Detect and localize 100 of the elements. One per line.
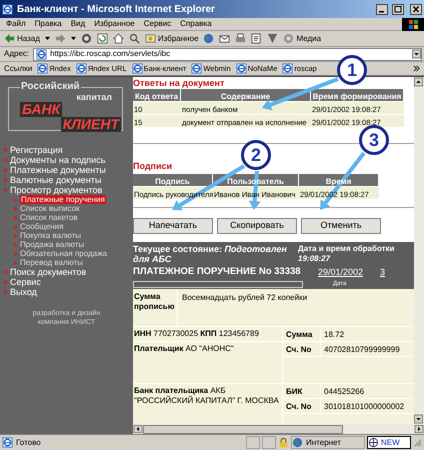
stop-icon[interactable] [80, 33, 92, 44]
menu-item[interactable]: Вид [70, 18, 86, 30]
bullet-icon [14, 252, 18, 256]
print-icon[interactable] [235, 33, 246, 44]
action-button[interactable]: Напечатать [133, 218, 213, 234]
processed-label: Дата и время обработки [298, 244, 394, 254]
document-icon[interactable] [251, 33, 262, 44]
window-title: Банк-клиент - Microsoft Internet Explorer [17, 2, 216, 16]
browser-icon [2, 4, 13, 14]
favorites-button[interactable]: Избранное [144, 32, 198, 44]
field-label: Сумма [283, 327, 321, 341]
nav-subitem[interactable]: Перевод валюты [20, 258, 83, 267]
field-value: Плательщик АО "АНОНС" [133, 342, 283, 383]
page-icon [236, 63, 247, 74]
page-icon [2, 437, 13, 448]
column-3-link[interactable]: 3 [380, 266, 386, 278]
bullet-icon [4, 280, 8, 284]
nav-subitem[interactable]: Сообщения [20, 222, 64, 231]
status-pane [262, 436, 276, 449]
bullet-icon [14, 234, 18, 238]
windows-logo-icon [408, 18, 418, 30]
date-link[interactable]: 29/01/2002 [318, 266, 380, 278]
bullet-icon [14, 206, 18, 210]
mail-icon[interactable] [219, 33, 230, 44]
caret-icon[interactable] [70, 36, 76, 41]
home-icon[interactable] [112, 33, 124, 44]
bullet-icon [4, 178, 8, 182]
globe-icon[interactable] [203, 33, 214, 44]
page-icon [36, 48, 48, 60]
address-field[interactable]: https://ibc.roscap.com/servlets/ibc [33, 48, 422, 60]
action-button[interactable]: Скопировать [217, 218, 297, 234]
bullet-icon [14, 216, 18, 220]
bullet-icon [4, 270, 8, 274]
minimize-icon[interactable] [376, 4, 388, 14]
page-icon [76, 63, 87, 74]
media-button[interactable]: Медиа [283, 32, 322, 44]
page-icon [37, 63, 48, 74]
status-pane [246, 436, 260, 449]
status-text: Готово [16, 436, 41, 448]
nav-item[interactable]: Регистрация [10, 145, 63, 155]
resize-grip-icon[interactable] [413, 438, 422, 447]
field-value: 40702810799999999 [323, 344, 400, 356]
zone-text: Интернет [306, 436, 341, 448]
page-icon [191, 63, 202, 74]
nav-subitem[interactable]: Список выписок [20, 204, 80, 213]
action-button[interactable]: Отменить [301, 218, 381, 234]
funnel-icon[interactable] [267, 33, 278, 44]
close-icon[interactable] [410, 4, 422, 14]
input-field[interactable] [133, 280, 303, 288]
nav-item[interactable]: Валютные документы [10, 175, 102, 185]
scroll-right-icon[interactable] [414, 424, 424, 434]
scroll-left-icon[interactable] [133, 424, 143, 434]
menu-item[interactable]: Сервис [144, 18, 172, 30]
nav-item[interactable]: Выход [10, 287, 37, 297]
nav-subitem[interactable]: Продажа валюты [20, 240, 84, 249]
column-header: Подпись [155, 177, 190, 186]
chevron-icon[interactable] [413, 65, 420, 72]
menu-item[interactable]: Справка [180, 18, 212, 30]
section-title: Подписи [133, 160, 174, 172]
nav-item[interactable]: Поиск документов [10, 267, 86, 277]
maximize-icon[interactable] [392, 4, 404, 14]
bullet-icon [4, 188, 8, 192]
search-icon[interactable] [128, 33, 140, 44]
bullet-icon [4, 168, 8, 172]
field-label: Сумма прописью [133, 289, 178, 326]
menu-item[interactable]: Избранное [94, 18, 135, 30]
nav-item[interactable]: Документы на подпись [10, 155, 106, 165]
horizontal-scrollbar[interactable] [133, 424, 424, 434]
nav-subitem[interactable]: Покупка валюты [20, 231, 81, 240]
nav-item[interactable]: Просмотр документов [10, 185, 102, 195]
processed-time: 19:08:27 [298, 254, 332, 264]
nav-subitem[interactable]: Обязательная продажа [20, 249, 107, 258]
disc-icon [283, 33, 294, 44]
nav-item[interactable]: Сервис [10, 277, 41, 287]
scroll-down-icon[interactable] [414, 414, 423, 424]
nav-subitem[interactable]: Список пакетов [20, 213, 78, 222]
page-icon [282, 63, 294, 74]
caret-icon[interactable] [44, 36, 50, 41]
scroll-up-icon[interactable] [414, 77, 423, 87]
menu-item[interactable]: Файл [6, 18, 26, 30]
badge-text: NEW [381, 436, 400, 448]
field-label: Сч. No [283, 399, 321, 413]
globe-icon [292, 437, 303, 448]
column-header: Код ответа [134, 92, 178, 101]
field-value: 18.72 [323, 329, 344, 341]
scroll-thumb[interactable] [143, 424, 343, 434]
field-value: Восемнадцать рублей 72 копейки [181, 292, 308, 304]
menu-item[interactable]: Правка [34, 18, 62, 30]
field-value: 044525266 [323, 386, 364, 398]
bullet-icon [14, 198, 18, 202]
nav-item[interactable]: Платежные документы [10, 165, 106, 175]
vertical-scrollbar[interactable] [414, 77, 424, 424]
bullet-icon [14, 242, 18, 246]
status-text: Текущее состояние: Подготовлен для АБС [133, 244, 288, 264]
field-value: ИНН 7702730025 КПП 123456789 [133, 327, 283, 341]
refresh-icon[interactable] [96, 33, 108, 44]
bullet-icon [4, 290, 8, 294]
back-button[interactable]: Назад [4, 32, 40, 44]
document-title: ПЛАТЕЖНОЕ ПОРУЧЕНИЕ No 33338 [133, 266, 302, 278]
nav-subitem[interactable]: Платежные поручения [20, 195, 106, 204]
